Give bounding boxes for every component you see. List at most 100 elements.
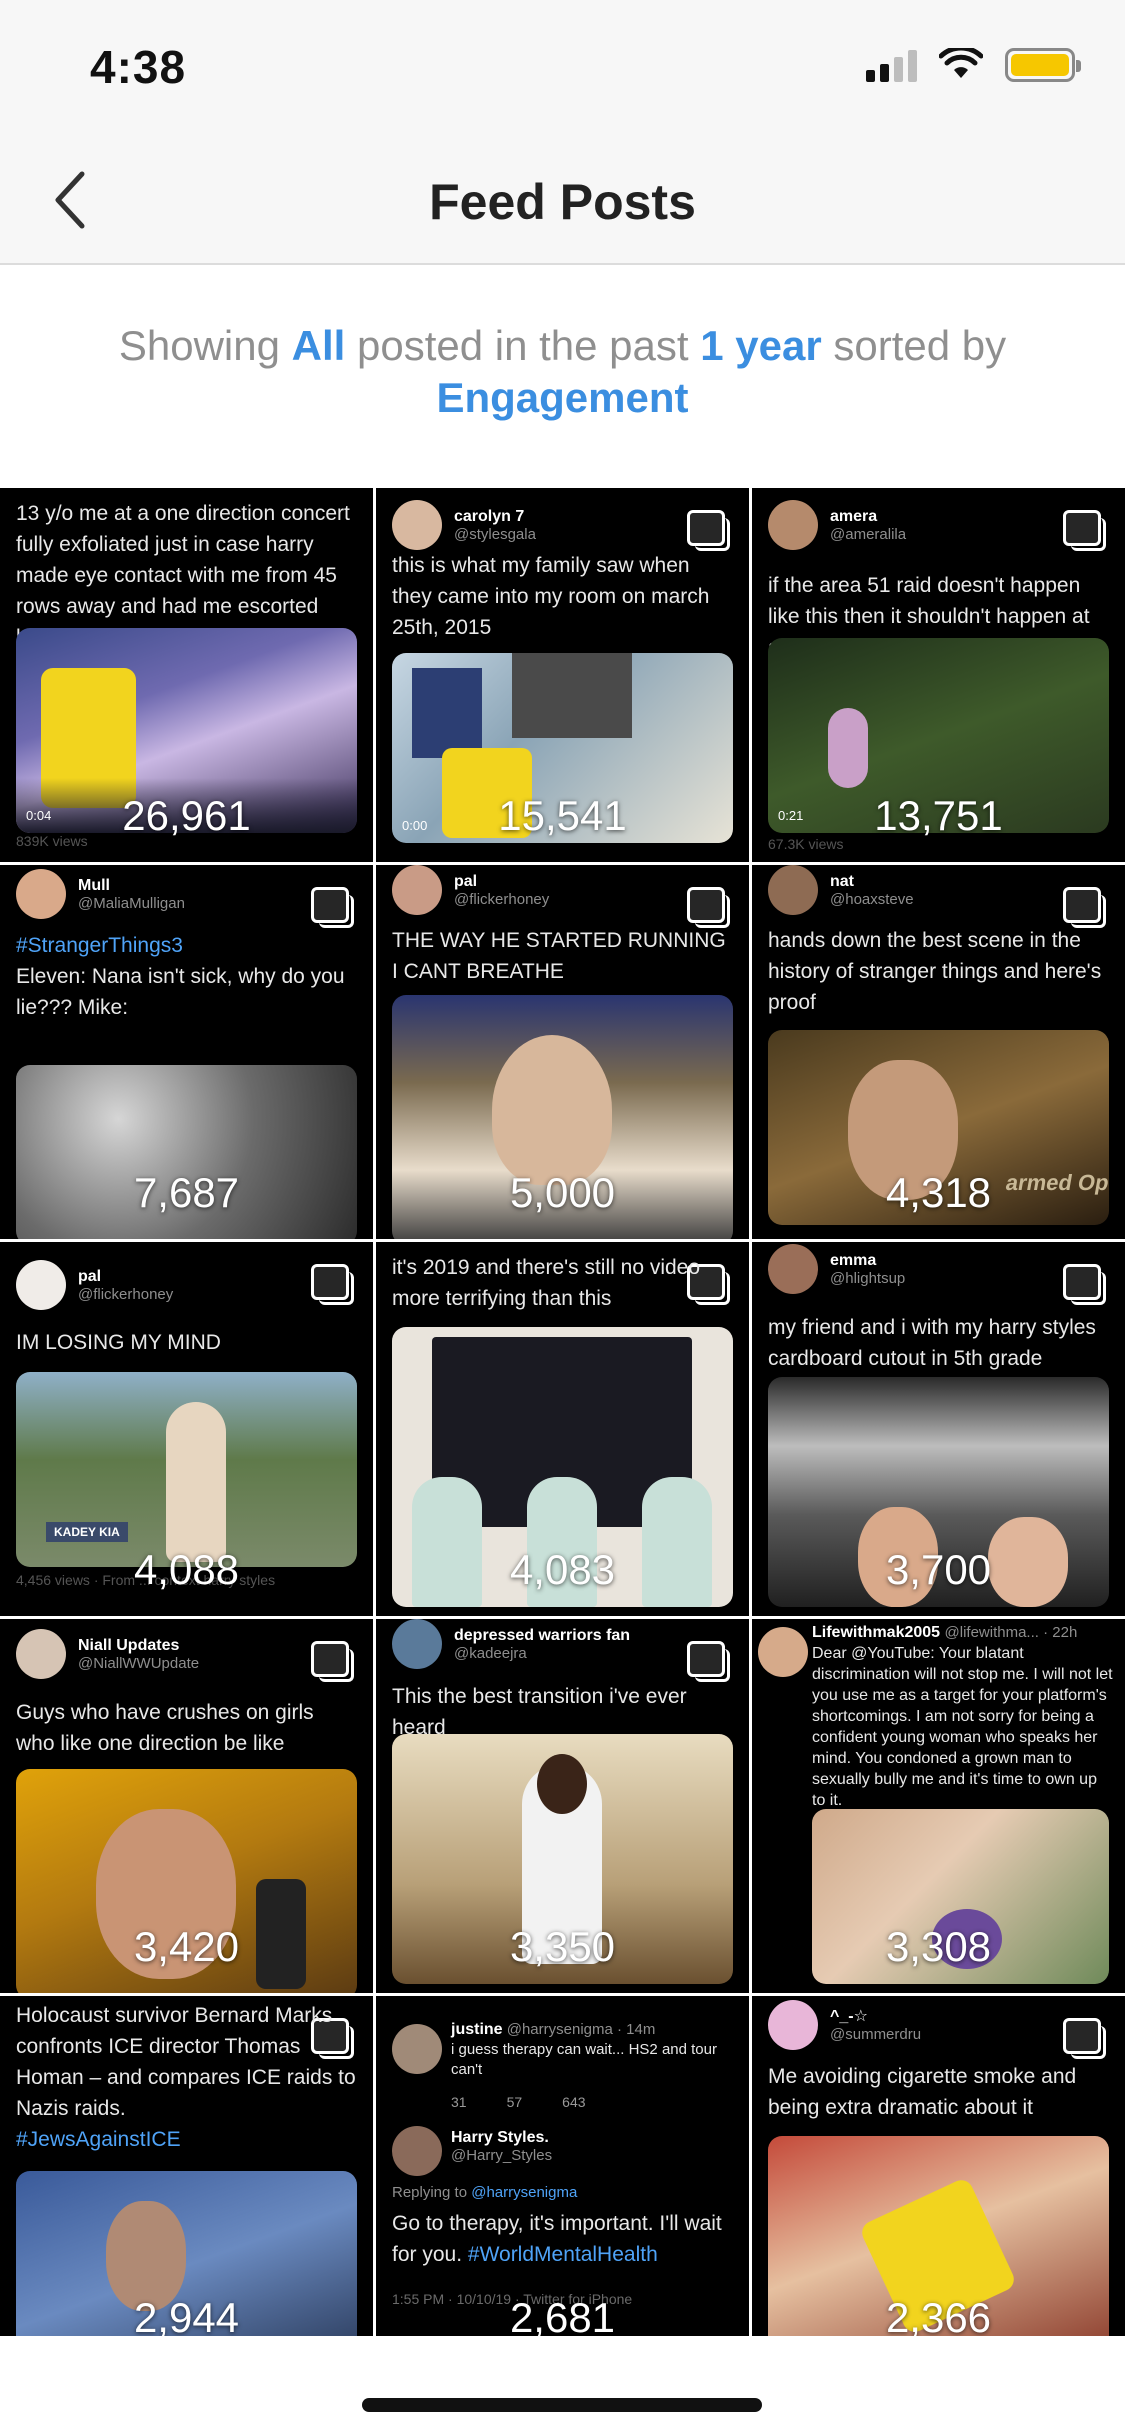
battery-icon: [1005, 48, 1081, 82]
reply-text: Go to therapy, it's important. I'll wait…: [392, 2208, 733, 2270]
avatar: [768, 865, 818, 915]
post-text: my friend and i with my harry styles car…: [768, 1316, 1096, 1370]
avatar: [16, 1260, 66, 1310]
reply-avatar: [392, 2126, 442, 2176]
post-text: Dear @YouTube: Your blatant discriminati…: [812, 1645, 1113, 1809]
post-header: emma @hlightsup: [768, 1244, 905, 1294]
post-tile[interactable]: ^_-☆ @summerdru Me avoiding cigarette smo…: [752, 1996, 1125, 2336]
tweet-actions: 31 57 643: [451, 2094, 586, 2110]
post-header: depressed warriors fan @kadeejra: [392, 1619, 630, 1669]
post-text: Me avoiding cigarette smoke and being ex…: [768, 2065, 1077, 2119]
multi-media-icon: [687, 887, 730, 928]
post-header: carolyn 7 @stylesgala: [392, 500, 536, 550]
post-tile[interactable]: pal @flickerhoney THE WAY HE STARTED RUNN…: [376, 865, 749, 1239]
user-name: pal: [78, 1267, 102, 1285]
avatar: [758, 1627, 808, 1677]
replying-to: Replying to @harrysenigma: [392, 2184, 577, 2201]
post-tile[interactable]: it's 2019 and there's still no video mor…: [376, 1242, 749, 1616]
multi-media-icon: [311, 887, 354, 928]
user-handle: @hoaxsteve: [830, 890, 914, 908]
post-tile[interactable]: Lifewithmak2005 @lifewithma... · 22h Dea…: [752, 1619, 1125, 1993]
user-handle: @kadeejra: [454, 1644, 527, 1662]
navigation-bar: Feed Posts: [0, 135, 1125, 265]
user-name: Mull: [78, 876, 110, 894]
avatar: [768, 1244, 818, 1294]
engagement-count: 2,944: [133, 2294, 240, 2336]
engagement-count: 13,751: [874, 792, 1003, 839]
engagement-count: 4,088: [133, 1546, 240, 1593]
post-tile[interactable]: emma @hlightsup my friend and i with my h…: [752, 1242, 1125, 1616]
period-filter-link[interactable]: 1 year: [700, 322, 821, 369]
sort-filter-link[interactable]: Engagement: [436, 374, 688, 421]
retweet-count: 57: [506, 2094, 523, 2110]
user-handle: @summerdru: [830, 2025, 922, 2043]
reply-user-handle: @Harry_Styles: [451, 2147, 553, 2164]
post-header: Lifewithmak2005 @lifewithma... · 22h: [812, 1623, 1119, 1643]
post-tile[interactable]: justine @harrysenigma · 14m i guess ther…: [376, 1996, 749, 2336]
post-tile[interactable]: depressed warriors fan @kadeejra This the…: [376, 1619, 749, 1993]
user-handle: @stylesgala: [454, 525, 536, 543]
avatar: [392, 2024, 442, 2074]
user-handle: @NiallWWUpdate: [78, 1654, 200, 1672]
engagement-count: 7,687: [133, 1169, 240, 1216]
user-handle: @flickerhoney: [78, 1285, 174, 1303]
post-tile[interactable]: Niall Updates @NiallWWUpdate Guys who hav…: [0, 1619, 373, 1993]
engagement-count: 3,308: [885, 1923, 992, 1970]
page-title: Feed Posts: [429, 174, 696, 230]
avatar: [16, 869, 66, 919]
reply-user-name: Harry Styles.: [451, 2129, 549, 2146]
post-hashtag[interactable]: #StrangerThings3: [16, 934, 183, 957]
post-tile[interactable]: Holocaust survivor Bernard Marks confron…: [0, 1996, 373, 2336]
post-media: KADEY KIA: [16, 1372, 357, 1567]
post-hashtag[interactable]: #JewsAgainstICE: [16, 2128, 181, 2151]
post-text: Holocaust survivor Bernard Marks confron…: [16, 2000, 357, 2155]
engagement-count: 4,318: [885, 1169, 992, 1216]
post-text: hands down the best scene in the history…: [768, 929, 1102, 1014]
user-handle: @flickerhoney: [454, 890, 550, 908]
post-tile[interactable]: 13 y/o me at a one direction concert ful…: [0, 488, 373, 862]
filter-prefix: Showing: [118, 322, 280, 369]
avatar: [768, 500, 818, 550]
replying-to-label: Replying to: [392, 2184, 468, 2201]
user-name: ^_-☆: [830, 2007, 868, 2025]
post-header: Mull @MaliaMulligan: [16, 869, 185, 919]
post-tile[interactable]: Mull @MaliaMulligan #StrangerThings3 Elev…: [0, 865, 373, 1239]
status-time: 4:38: [90, 41, 187, 93]
user-name: emma: [830, 1251, 877, 1269]
post-body: Eleven: Nana isn't sick, why do you lie?…: [16, 965, 345, 1019]
multi-media-icon: [687, 510, 730, 551]
multi-media-icon: [687, 1641, 730, 1682]
avatar: [392, 500, 442, 550]
multi-media-icon: [1063, 1264, 1106, 1305]
user-name: Lifewithmak2005: [812, 1624, 941, 1641]
user-name: justine: [451, 2021, 503, 2038]
post-text: this is what my family saw when they cam…: [392, 554, 710, 639]
posts-grid: 13 y/o me at a one direction concert ful…: [0, 488, 1125, 2336]
reply-count: 31: [451, 2094, 467, 2110]
post-text: THE WAY HE STARTED RUNNING I CANT BREATH…: [392, 929, 726, 983]
avatar: [392, 1619, 442, 1669]
status-bar: 4:38: [0, 0, 1125, 135]
post-tile[interactable]: pal @flickerhoney IM LOSING MY MIND KADEY…: [0, 1242, 373, 1616]
user-name: Niall Updates: [78, 1636, 180, 1654]
multi-media-icon: [1063, 2018, 1106, 2059]
post-header: pal @flickerhoney: [392, 865, 549, 915]
post-tile[interactable]: carolyn 7 @stylesgala this is what my fam…: [376, 488, 749, 862]
reply-hashtag[interactable]: #WorldMentalHealth: [468, 2243, 658, 2266]
user-name: depressed warriors fan: [454, 1626, 631, 1644]
home-indicator[interactable]: [362, 2398, 762, 2412]
post-tile[interactable]: amera @ameralila if the area 51 raid does…: [752, 488, 1125, 862]
scope-filter-link[interactable]: All: [292, 322, 346, 369]
post-header: ^_-☆ @summerdru: [768, 2000, 921, 2050]
avatar: [768, 2000, 818, 2050]
post-text: it's 2019 and there's still no video mor…: [392, 1256, 701, 1310]
post-header: amera @ameralila: [768, 500, 906, 550]
user-handle: @MaliaMulligan: [78, 894, 185, 912]
user-name: pal: [454, 872, 478, 890]
engagement-count: 3,420: [133, 1923, 240, 1970]
avatar: [392, 865, 442, 915]
post-header: Niall Updates @NiallWWUpdate: [16, 1629, 199, 1679]
engagement-count: 4,083: [509, 1546, 616, 1593]
post-tile[interactable]: nat @hoaxsteve hands down the best scene …: [752, 865, 1125, 1239]
replying-to-handle[interactable]: @harrysenigma: [471, 2184, 577, 2201]
